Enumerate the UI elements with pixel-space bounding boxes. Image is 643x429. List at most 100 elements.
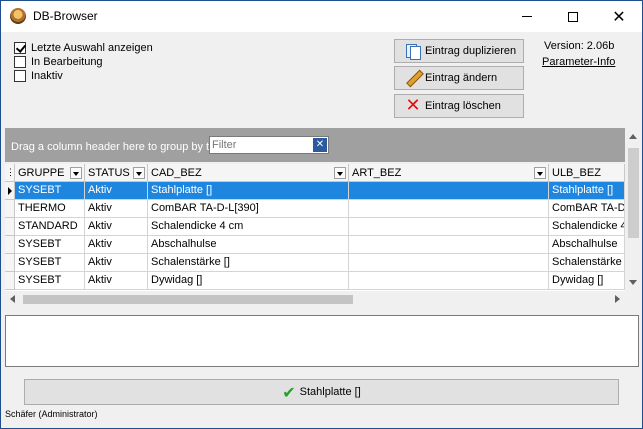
- row-indicator: [5, 272, 15, 290]
- group-by-hint: Drag a column header here to group by t: [11, 141, 210, 153]
- column-filter-dropdown-icon[interactable]: [70, 167, 82, 179]
- delete-entry-button[interactable]: ✕ Eintrag löschen: [394, 94, 524, 118]
- column-filter-dropdown-icon[interactable]: [334, 167, 346, 179]
- cell-ulb-bez[interactable]: Schalenstärke |: [549, 254, 625, 272]
- clear-filter-icon[interactable]: ✕: [313, 138, 327, 152]
- scroll-up-arrow-icon[interactable]: [629, 134, 637, 139]
- option-last-selection-label: Letzte Auswahl anzeigen: [31, 42, 153, 54]
- cell-art-bez[interactable]: [349, 200, 549, 218]
- cell-status[interactable]: Aktiv: [85, 218, 148, 236]
- cell-status[interactable]: Aktiv: [85, 236, 148, 254]
- duplicate-icon: [405, 43, 421, 60]
- column-header-art-bez[interactable]: ART_BEZ: [349, 164, 549, 182]
- group-by-panel[interactable]: Drag a column header here to group by t …: [5, 128, 625, 162]
- horizontal-scroll-thumb[interactable]: [23, 295, 353, 304]
- parameter-info-link[interactable]: Parameter-Info: [542, 56, 615, 68]
- app-icon: [10, 8, 26, 24]
- row-indicator: [5, 236, 15, 254]
- option-last-selection[interactable]: Letzte Auswahl anzeigen: [14, 41, 153, 55]
- column-header-label: CAD_BEZ: [151, 166, 202, 179]
- close-icon: ✕: [612, 6, 626, 26]
- column-filter-dropdown-icon[interactable]: [133, 167, 145, 179]
- vertical-scroll-thumb[interactable]: [628, 148, 639, 238]
- version-label: Version: 2.06b: [544, 40, 615, 52]
- column-header-label: STATUS: [88, 166, 130, 179]
- status-bar-user: Schäfer (Administrator): [5, 409, 98, 419]
- db-browser-window: DB-Browser ✕ Letzte Auswahl anzeigen In …: [0, 0, 643, 429]
- window-title: DB-Browser: [33, 9, 98, 23]
- column-header-ulb-bez[interactable]: ULB_BEZ: [549, 164, 625, 182]
- scroll-left-arrow-icon[interactable]: [10, 295, 15, 303]
- delete-entry-label: Eintrag löschen: [425, 100, 501, 112]
- duplicate-entry-label: Eintrag duplizieren: [425, 45, 517, 57]
- data-grid: ⋮ GRUPPE STATUS CAD_BEZ ART_BEZ ULB_BEZ …: [5, 164, 625, 291]
- minimize-icon: [522, 16, 532, 17]
- option-inactive[interactable]: Inaktiv: [14, 69, 63, 83]
- column-header-gruppe[interactable]: GRUPPE: [15, 164, 85, 182]
- row-selector-header[interactable]: ⋮: [5, 164, 15, 182]
- cell-cad-bez[interactable]: Schalenstärke []: [148, 254, 349, 272]
- grid-vertical-scrollbar[interactable]: [625, 128, 642, 291]
- row-indicator: [5, 218, 15, 236]
- filter-box[interactable]: ✕: [209, 136, 329, 154]
- cell-ulb-bez[interactable]: Dywidag []: [549, 272, 625, 290]
- cell-status[interactable]: Aktiv: [85, 200, 148, 218]
- scroll-right-arrow-icon[interactable]: [615, 295, 620, 303]
- cell-ulb-bez[interactable]: Stahlplatte []: [549, 182, 625, 200]
- maximize-button[interactable]: [550, 1, 596, 32]
- option-inactive-label: Inaktiv: [31, 70, 63, 82]
- cell-gruppe[interactable]: SYSEBT: [15, 272, 85, 290]
- checkmark-icon: ✔: [282, 382, 296, 402]
- cell-art-bez[interactable]: [349, 272, 549, 290]
- cell-cad-bez[interactable]: ComBAR TA-D-L[390]: [148, 200, 349, 218]
- column-header-label: ART_BEZ: [352, 166, 402, 179]
- cell-art-bez[interactable]: [349, 182, 549, 200]
- cell-ulb-bez[interactable]: Schalendicke 4: [549, 218, 625, 236]
- edit-entry-label: Eintrag ändern: [425, 72, 498, 84]
- column-filter-dropdown-icon[interactable]: [534, 167, 546, 179]
- column-header-cad-bez[interactable]: CAD_BEZ: [148, 164, 349, 182]
- column-header-label: ULB_BEZ: [552, 166, 601, 179]
- edit-entry-button[interactable]: Eintrag ändern: [394, 66, 524, 90]
- maximize-icon: [568, 11, 578, 22]
- cell-gruppe[interactable]: THERMO: [15, 200, 85, 218]
- cell-art-bez[interactable]: [349, 254, 549, 272]
- option-in-progress[interactable]: In Bearbeitung: [14, 55, 103, 69]
- current-row-indicator-icon: [5, 182, 15, 200]
- cell-cad-bez[interactable]: Stahlplatte []: [148, 182, 349, 200]
- row-indicator: [5, 200, 15, 218]
- option-in-progress-label: In Bearbeitung: [31, 56, 103, 68]
- column-header-status[interactable]: STATUS: [85, 164, 148, 182]
- checkbox-inactive[interactable]: [14, 70, 26, 82]
- duplicate-entry-button[interactable]: Eintrag duplizieren: [394, 39, 524, 63]
- title-bar[interactable]: DB-Browser ✕: [1, 1, 642, 32]
- column-header-label: GRUPPE: [18, 166, 65, 179]
- cell-gruppe[interactable]: SYSEBT: [15, 254, 85, 272]
- cell-ulb-bez[interactable]: ComBAR TA-D-: [549, 200, 625, 218]
- delete-x-icon: ✕: [405, 95, 421, 116]
- grid-horizontal-scrollbar[interactable]: [5, 291, 625, 308]
- cell-cad-bez[interactable]: Dywidag []: [148, 272, 349, 290]
- checkbox-in-progress[interactable]: [14, 56, 26, 68]
- checkbox-last-selection[interactable]: [14, 42, 26, 54]
- cell-status[interactable]: Aktiv: [85, 254, 148, 272]
- detail-text-area[interactable]: [5, 315, 639, 367]
- cell-art-bez[interactable]: [349, 236, 549, 254]
- cell-status[interactable]: Aktiv: [85, 182, 148, 200]
- close-button[interactable]: ✕: [596, 1, 642, 32]
- cell-cad-bez[interactable]: Abschalhulse: [148, 236, 349, 254]
- cell-cad-bez[interactable]: Schalendicke 4 cm: [148, 218, 349, 236]
- row-indicator: [5, 254, 15, 272]
- minimize-button[interactable]: [504, 1, 550, 32]
- cell-gruppe[interactable]: STANDARD: [15, 218, 85, 236]
- pencil-icon: [405, 70, 421, 86]
- cell-ulb-bez[interactable]: Abschalhulse: [549, 236, 625, 254]
- cell-status[interactable]: Aktiv: [85, 272, 148, 290]
- confirm-selection-label: Stahlplatte []: [299, 386, 361, 398]
- filter-input[interactable]: [210, 137, 310, 153]
- cell-gruppe[interactable]: SYSEBT: [15, 236, 85, 254]
- confirm-selection-button[interactable]: ✔ Stahlplatte []: [24, 379, 619, 405]
- cell-art-bez[interactable]: [349, 218, 549, 236]
- cell-gruppe[interactable]: SYSEBT: [15, 182, 85, 200]
- scroll-down-arrow-icon[interactable]: [629, 280, 637, 285]
